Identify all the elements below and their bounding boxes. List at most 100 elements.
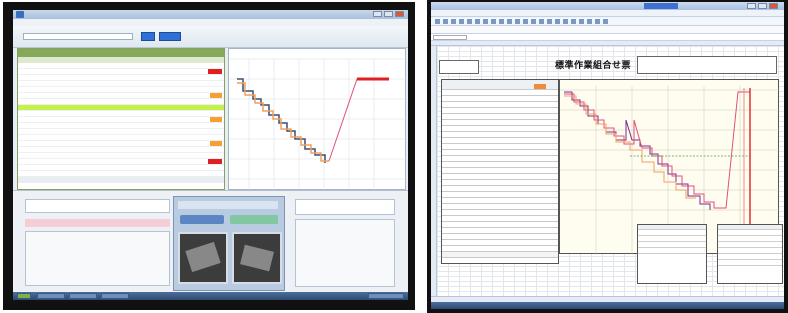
right-monitor-frame: 標準作業組合せ票 xyxy=(427,0,788,313)
details-panel xyxy=(25,231,170,286)
menu-item[interactable] xyxy=(37,19,38,26)
toolbar-icon[interactable] xyxy=(547,19,552,24)
table-row xyxy=(638,243,706,248)
toolbar-icon[interactable] xyxy=(491,19,496,24)
windows-taskbar xyxy=(431,302,784,309)
windows-taskbar xyxy=(13,292,408,300)
left-menu-bar xyxy=(13,19,408,26)
machine-image xyxy=(185,241,221,273)
excel-menu-bar xyxy=(431,10,784,17)
toolbar-icon[interactable] xyxy=(483,19,488,24)
toolbar-icon[interactable] xyxy=(475,19,480,24)
right-details-panel xyxy=(295,219,395,287)
chart-series-line xyxy=(328,78,389,162)
app-icon xyxy=(16,11,24,18)
toolbar-icon[interactable] xyxy=(579,19,584,24)
toolbar-icon[interactable] xyxy=(443,19,448,24)
table-row xyxy=(638,231,706,236)
excel-title-bar xyxy=(431,2,784,10)
toolbar-icon[interactable] xyxy=(451,19,456,24)
table-header xyxy=(718,225,782,230)
table-row xyxy=(718,243,782,248)
table-header-band xyxy=(18,49,224,57)
close-button[interactable] xyxy=(769,3,778,9)
toolbar-blue-button[interactable] xyxy=(159,32,181,41)
toolbar-icon[interactable] xyxy=(515,19,520,24)
right-info-panel xyxy=(295,199,395,215)
left-title-bar xyxy=(13,10,408,19)
status-flag xyxy=(210,141,222,146)
toolbar-icon[interactable] xyxy=(571,19,576,24)
left-monitor-frame xyxy=(3,2,415,310)
toolbar-icon[interactable] xyxy=(523,19,528,24)
toolbar-icon[interactable] xyxy=(595,19,600,24)
chart-series-line xyxy=(564,95,696,199)
menu-item[interactable] xyxy=(448,10,449,17)
sheet-title: 標準作業組合せ票 xyxy=(555,61,632,71)
maximize-button[interactable] xyxy=(384,11,393,17)
operation-list-table xyxy=(17,48,225,190)
worksheet[interactable]: 標準作業組合せ票 xyxy=(437,46,784,296)
toolbar-icon[interactable] xyxy=(531,19,536,24)
start-button[interactable] xyxy=(17,293,31,299)
toolbar-icon[interactable] xyxy=(459,19,464,24)
table-row xyxy=(638,237,706,242)
active-window-indicator xyxy=(644,3,678,9)
minimize-button[interactable] xyxy=(747,3,756,9)
play-button[interactable] xyxy=(180,215,224,224)
toolbar-icon[interactable] xyxy=(563,19,568,24)
work-combination-chart xyxy=(228,48,407,191)
taskbar-item[interactable] xyxy=(69,293,97,299)
toolbar-icon[interactable] xyxy=(539,19,544,24)
toolbar-icon[interactable] xyxy=(499,19,504,24)
toolbar-icon[interactable] xyxy=(467,19,472,24)
status-flag xyxy=(210,93,222,98)
chart-canvas xyxy=(229,58,407,191)
toolbar-icon[interactable] xyxy=(587,19,592,24)
table-row xyxy=(718,231,782,236)
system-tray xyxy=(368,293,404,299)
table-footer-row xyxy=(18,177,224,183)
left-toolbar xyxy=(13,26,408,48)
table-row xyxy=(638,249,706,254)
summary-table-right xyxy=(717,224,783,284)
status-flag xyxy=(208,159,222,164)
video-header xyxy=(178,201,278,209)
taskbar-item[interactable] xyxy=(37,293,65,299)
progress-bar xyxy=(25,219,170,227)
close-button[interactable] xyxy=(395,11,404,17)
name-box[interactable] xyxy=(433,35,467,40)
table-row xyxy=(718,261,782,266)
bottom-control-panel xyxy=(13,190,408,292)
menu-item[interactable] xyxy=(458,10,459,17)
summary-table-left xyxy=(637,224,707,284)
minimize-button[interactable] xyxy=(373,11,382,17)
toolbar-icon[interactable] xyxy=(507,19,512,24)
table-row xyxy=(718,249,782,254)
camera-view-left xyxy=(178,232,228,284)
toolbar-icon[interactable] xyxy=(435,19,440,24)
toolbar-icon[interactable] xyxy=(603,19,608,24)
table-total-row xyxy=(442,252,558,258)
status-flag xyxy=(208,69,222,74)
table-row xyxy=(718,255,782,260)
record-button[interactable] xyxy=(230,215,278,224)
table-row xyxy=(718,237,782,242)
menu-item[interactable] xyxy=(438,10,439,17)
operation-steps-table xyxy=(441,79,559,264)
maximize-button[interactable] xyxy=(758,3,767,9)
menu-item[interactable] xyxy=(19,19,20,26)
left-application-window xyxy=(13,10,408,300)
excel-window: 標準作業組合せ票 xyxy=(431,2,784,309)
toolbar-icon[interactable] xyxy=(555,19,560,24)
menu-item[interactable] xyxy=(468,10,469,17)
excel-toolbar xyxy=(431,17,784,26)
menu-item[interactable] xyxy=(28,19,29,26)
toolbar-blue-button[interactable] xyxy=(141,32,155,41)
machine-image xyxy=(240,244,274,272)
process-select[interactable] xyxy=(23,33,133,40)
status-flag xyxy=(210,117,222,122)
header-meta-box xyxy=(439,60,479,74)
table-header xyxy=(638,225,706,230)
taskbar-item[interactable] xyxy=(101,293,129,299)
